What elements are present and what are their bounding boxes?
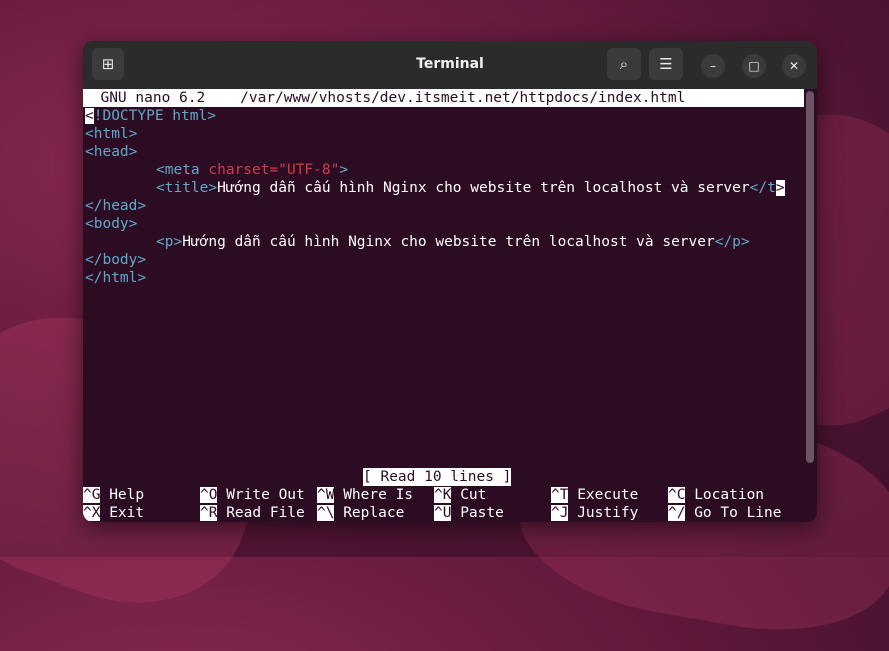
title-bar[interactable]: ⊞ Terminal ⌕ ☰ – □ ✕ xyxy=(83,41,817,89)
shortcut-cut[interactable]: ^K Cut xyxy=(434,486,486,504)
shortcut-execute[interactable]: ^T Execute xyxy=(551,486,638,504)
shortcut-label: Where Is xyxy=(343,487,414,503)
search-button[interactable]: ⌕ xyxy=(607,48,641,80)
code-token: <head> xyxy=(85,144,138,160)
shortcut-key: ^C xyxy=(668,487,686,503)
search-icon: ⌕ xyxy=(619,55,629,73)
shortcut-go-to-line[interactable]: ^/ Go To Line xyxy=(668,504,782,522)
editor-line[interactable]: <p>Hướng dẫn cấu hình Nginx cho website … xyxy=(156,233,750,251)
status-message: [ Read 10 lines ] xyxy=(363,468,512,486)
code-string: ="UTF-8" xyxy=(269,162,340,178)
close-button[interactable]: ✕ xyxy=(782,54,806,78)
shortcut-label: Cut xyxy=(460,487,487,503)
shortcut-label: Justify xyxy=(577,505,639,521)
shortcut-key: ^O xyxy=(200,487,218,503)
shortcut-where-is[interactable]: ^W Where Is xyxy=(317,486,413,504)
maximize-button[interactable]: □ xyxy=(742,54,766,78)
shortcut-label: Execute xyxy=(577,487,639,503)
code-token: </p> xyxy=(714,234,750,250)
shortcut-key: ^/ xyxy=(668,505,686,521)
shortcut-key: ^J xyxy=(551,505,569,521)
minimize-button[interactable]: – xyxy=(701,54,725,78)
code-token: <html> xyxy=(85,126,138,142)
code-token: </html> xyxy=(85,270,147,286)
editor-line[interactable]: <html> xyxy=(85,125,137,143)
close-icon: ✕ xyxy=(788,59,800,73)
shortcut-key: ^T xyxy=(551,487,569,503)
shortcut-write-out[interactable]: ^O Write Out xyxy=(200,486,305,504)
code-token: !DOCTYPE html> xyxy=(93,108,216,124)
paragraph-text: Hướng dẫn cấu hình Nginx cho website trê… xyxy=(182,234,715,250)
hamburger-menu-icon: ☰ xyxy=(659,55,673,73)
editor-line[interactable]: <!DOCTYPE html> xyxy=(85,107,216,125)
shortcut-key: ^G xyxy=(83,487,101,503)
menu-button[interactable]: ☰ xyxy=(649,48,683,80)
shortcut-key: ^W xyxy=(317,487,335,503)
code-token: <meta xyxy=(156,162,200,178)
code-token: <body> xyxy=(85,216,138,232)
code-token: </t xyxy=(749,180,776,196)
code-token: </head> xyxy=(85,198,147,214)
title-text: Hướng dẫn cấu hình Nginx cho website trê… xyxy=(217,180,750,196)
shortcut-label: Exit xyxy=(109,505,145,521)
shortcut-label: Paste xyxy=(460,505,504,521)
minimize-icon: – xyxy=(710,59,716,73)
shortcut-label: Location xyxy=(694,487,765,503)
shortcut-key: ^\ xyxy=(317,505,335,521)
scrollbar[interactable] xyxy=(806,91,814,463)
shortcut-justify[interactable]: ^J Justify xyxy=(551,504,638,522)
shortcut-key: ^X xyxy=(83,505,101,521)
shortcut-replace[interactable]: ^\ Replace xyxy=(317,504,404,522)
shortcut-label: Read File xyxy=(226,505,305,521)
terminal-window: ⊞ Terminal ⌕ ☰ – □ ✕ GNU nano 6.2 /var/w… xyxy=(83,41,817,522)
shortcut-read-file[interactable]: ^R Read File xyxy=(200,504,305,522)
new-tab-button[interactable]: ⊞ xyxy=(92,48,124,80)
code-token: > xyxy=(339,162,349,178)
shortcut-help[interactable]: ^G Help xyxy=(83,486,144,504)
editor-line[interactable]: <meta charset="UTF-8"> xyxy=(156,161,348,179)
shortcut-exit[interactable]: ^X Exit xyxy=(83,504,144,522)
new-tab-icon: ⊞ xyxy=(101,55,115,73)
shortcut-key: ^K xyxy=(434,487,452,503)
shortcut-label: Write Out xyxy=(226,487,305,503)
shortcut-label: Go To Line xyxy=(694,505,782,521)
shortcut-key: ^R xyxy=(200,505,218,521)
shortcut-label: Help xyxy=(109,487,145,503)
editor-line[interactable]: </body> xyxy=(85,251,146,269)
code-token: <p> xyxy=(156,234,183,250)
terminal-content[interactable]: GNU nano 6.2 /var/www/vhosts/dev.itsmeit… xyxy=(83,89,817,522)
shortcut-key: ^U xyxy=(434,505,452,521)
editor-line[interactable]: </html> xyxy=(85,269,146,287)
line-overflow-marker: > xyxy=(775,180,785,196)
editor-line[interactable]: <head> xyxy=(85,143,137,161)
shortcut-paste[interactable]: ^U Paste xyxy=(434,504,504,522)
editor-line[interactable]: <title>Hướng dẫn cấu hình Nginx cho webs… xyxy=(156,179,785,197)
code-token: </body> xyxy=(85,252,147,268)
nano-header: GNU nano 6.2 /var/www/vhosts/dev.itsmeit… xyxy=(83,89,804,107)
code-attribute: charset xyxy=(208,162,270,178)
shortcut-location[interactable]: ^C Location xyxy=(668,486,764,504)
editor-line[interactable]: <body> xyxy=(85,215,137,233)
text-cursor: < xyxy=(85,108,94,124)
code-token: <title> xyxy=(156,180,218,196)
shortcut-label: Replace xyxy=(343,505,405,521)
editor-line[interactable]: </head> xyxy=(85,197,146,215)
maximize-icon: □ xyxy=(748,59,760,73)
